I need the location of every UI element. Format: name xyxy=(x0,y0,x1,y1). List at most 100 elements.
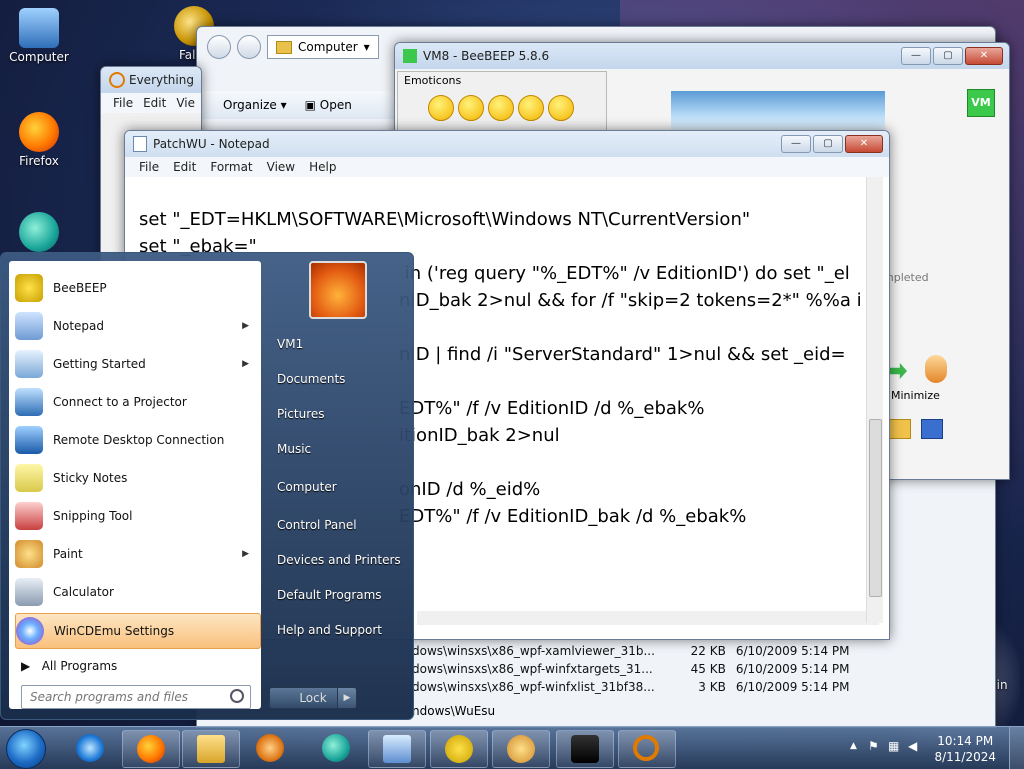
volume-icon[interactable]: ◀ xyxy=(908,739,917,753)
link-default-programs[interactable]: Default Programs xyxy=(277,588,382,602)
menu-edit[interactable]: Edit xyxy=(143,96,166,110)
taskbar-paint[interactable] xyxy=(492,730,550,768)
link-computer[interactable]: Computer xyxy=(277,480,337,494)
start-item-wincdemu[interactable]: WinCDEmu Settings xyxy=(15,613,261,649)
show-desktop-button[interactable] xyxy=(1009,727,1024,769)
open-button[interactable]: ▣ Open xyxy=(305,98,352,112)
start-item-beebeep[interactable]: BeeBEEP xyxy=(15,271,259,305)
chevron-right-icon: ▶ xyxy=(242,549,249,559)
search-input[interactable] xyxy=(28,687,222,707)
back-button[interactable] xyxy=(207,35,231,59)
start-item-projector[interactable]: Connect to a Projector xyxy=(15,385,259,419)
link-user[interactable]: VM1 xyxy=(277,337,303,351)
taskbar-explorer[interactable] xyxy=(182,730,240,768)
beebeep-logo-icon xyxy=(403,49,417,63)
taskbar-app[interactable] xyxy=(308,730,364,766)
horizontal-scrollbar[interactable] xyxy=(417,611,879,625)
emoticon-happy[interactable] xyxy=(518,95,544,121)
taskbar-firefox[interactable] xyxy=(122,730,180,768)
taskbar-ie[interactable] xyxy=(62,730,118,766)
start-menu-links: VM1 Documents Pictures Music Computer Co… xyxy=(263,253,413,719)
media-player-icon xyxy=(256,734,284,762)
paint-palette-icon xyxy=(507,735,535,763)
chevron-down-icon[interactable]: ▾ xyxy=(364,40,370,54)
start-item-remote-desktop[interactable]: Remote Desktop Connection xyxy=(15,423,259,457)
minimize-button[interactable]: — xyxy=(901,47,931,65)
taskbar-everything[interactable] xyxy=(618,730,676,768)
link-devices-printers[interactable]: Devices and Printers xyxy=(277,553,401,567)
avatar[interactable] xyxy=(309,261,367,319)
start-item-paint[interactable]: Paint ▶ xyxy=(15,537,259,571)
power-options-arrow[interactable]: ▶ xyxy=(337,687,357,709)
address-bar[interactable]: Computer ▾ xyxy=(267,35,379,59)
network-icon[interactable]: ▦ xyxy=(888,739,899,753)
start-item-notepad[interactable]: Notepad ▶ xyxy=(15,309,259,343)
paint-palette-icon xyxy=(15,540,43,568)
vertical-scrollbar[interactable] xyxy=(866,177,883,623)
desktop-icon-computer[interactable]: Computer xyxy=(4,8,74,64)
scrollbar-thumb[interactable] xyxy=(869,419,882,597)
start-item-snipping-tool[interactable]: Snipping Tool xyxy=(15,499,259,533)
emoticon-smile[interactable] xyxy=(428,95,454,121)
desktop-icon-app[interactable] xyxy=(4,212,74,254)
link-documents[interactable]: Documents xyxy=(277,372,345,386)
forward-button[interactable] xyxy=(237,35,261,59)
window-title: VM8 - BeeBEEP 5.8.6 xyxy=(423,49,550,63)
emoticon-grin[interactable] xyxy=(458,95,484,121)
table-row[interactable]: dows\winsxs\x86_wpf-xamlviewer_31b... 22… xyxy=(412,644,882,662)
close-button[interactable]: ✕ xyxy=(965,47,1003,65)
menu-edit[interactable]: Edit xyxy=(173,160,196,174)
menu-format[interactable]: Format xyxy=(210,160,252,174)
clock[interactable]: 10:14 PM 8/11/2024 xyxy=(934,733,996,765)
maximize-button[interactable]: ▢ xyxy=(813,135,843,153)
menu-file[interactable]: File xyxy=(139,160,159,174)
start-item-calculator[interactable]: Calculator xyxy=(15,575,259,609)
microphone-icon[interactable] xyxy=(925,355,947,383)
maximize-button[interactable]: ▢ xyxy=(933,47,963,65)
emoticon-laugh[interactable] xyxy=(488,95,514,121)
taskbar: ▲ ⚑ ▦ ◀ 10:14 PM 8/11/2024 xyxy=(0,726,1024,769)
link-help-support[interactable]: Help and Support xyxy=(277,623,382,637)
flag-icon[interactable]: ⚑ xyxy=(868,739,879,753)
start-item-label: Snipping Tool xyxy=(53,509,133,523)
organize-button[interactable]: Organize ▾ xyxy=(223,98,287,112)
emoticon-wink[interactable] xyxy=(548,95,574,121)
system-tray: ▲ ⚑ ▦ ◀ 10:14 PM 8/11/2024 xyxy=(844,727,1024,769)
folder-icon xyxy=(197,735,225,763)
search-box[interactable] xyxy=(21,685,251,709)
start-item-label: Remote Desktop Connection xyxy=(53,433,225,447)
menu-file[interactable]: File xyxy=(113,96,133,110)
taskbar-beebeep[interactable] xyxy=(430,730,488,768)
start-item-sticky-notes[interactable]: Sticky Notes xyxy=(15,461,259,495)
start-item-getting-started[interactable]: Getting Started ▶ xyxy=(15,347,259,381)
save-icon[interactable] xyxy=(921,419,943,439)
table-row[interactable]: dows\winsxs\x86_wpf-winfxtargets_31... 4… xyxy=(412,662,882,680)
search-icon[interactable] xyxy=(230,689,244,703)
start-menu: BeeBEEP Notepad ▶ Getting Started ▶ Conn… xyxy=(0,252,414,720)
link-music[interactable]: Music xyxy=(277,442,311,456)
address-text: Computer xyxy=(298,40,358,54)
chevron-up-icon[interactable]: ▲ xyxy=(850,741,857,751)
close-button[interactable]: ✕ xyxy=(845,135,883,153)
minimize-button[interactable]: — xyxy=(781,135,811,153)
start-item-label: Notepad xyxy=(53,319,104,333)
start-button[interactable] xyxy=(6,729,46,769)
taskbar-media-player[interactable] xyxy=(242,730,298,766)
lock-icon xyxy=(571,735,599,763)
menu-help[interactable]: Help xyxy=(309,160,336,174)
table-row[interactable]: dows\winsxs\x86_wpf-winfxlist_31bf38... … xyxy=(412,680,882,698)
menu-view[interactable]: Vie xyxy=(176,96,195,110)
arrow-right-icon[interactable] xyxy=(889,363,907,379)
disc-icon xyxy=(16,617,44,645)
link-control-panel[interactable]: Control Panel xyxy=(277,518,357,532)
remote-desktop-icon xyxy=(15,426,43,454)
all-programs-button[interactable]: ▶ All Programs xyxy=(21,659,117,673)
taskbar-lock-app[interactable] xyxy=(556,730,614,768)
desktop-icon-firefox[interactable]: Firefox xyxy=(4,112,74,168)
link-pictures[interactable]: Pictures xyxy=(277,407,325,421)
menu-view[interactable]: View xyxy=(267,160,295,174)
taskbar-notepad[interactable] xyxy=(368,730,426,768)
folder-icon[interactable] xyxy=(889,419,911,439)
start-item-label: Connect to a Projector xyxy=(53,395,187,409)
text-line: onID /d %_eid% xyxy=(399,479,541,500)
